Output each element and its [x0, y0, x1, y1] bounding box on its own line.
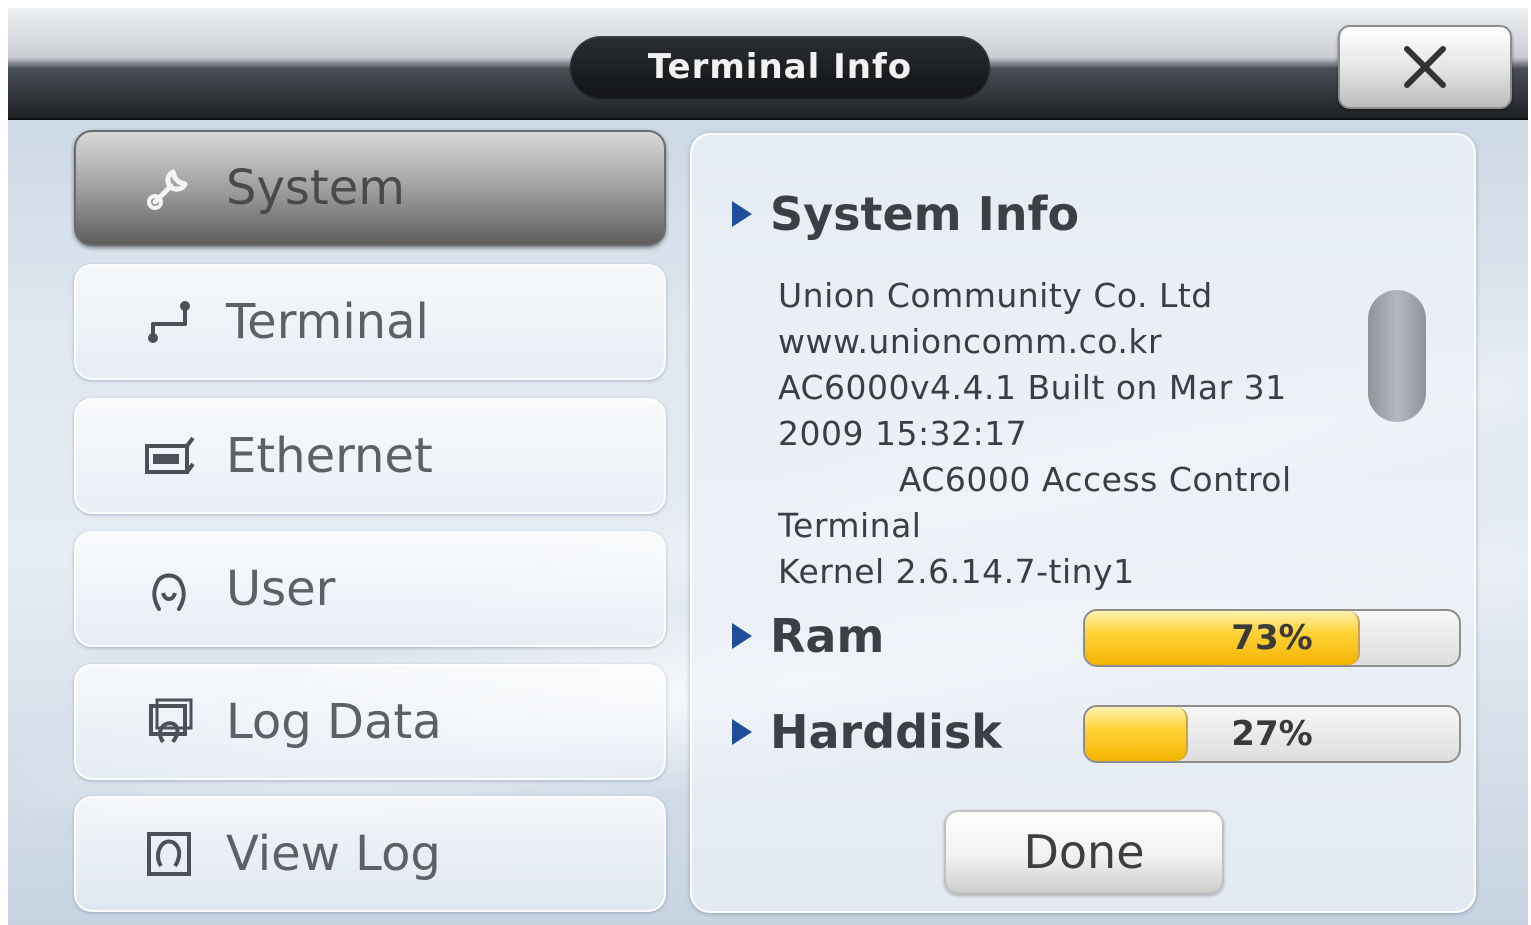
- user-icon: [138, 558, 200, 620]
- wrench-icon: [138, 157, 200, 219]
- system-info-heading: System Info: [732, 187, 1079, 241]
- harddisk-label: Harddisk: [770, 705, 1002, 759]
- menu-item-label: System: [226, 160, 405, 216]
- close-icon: [1404, 46, 1446, 88]
- bullet-triangle-icon: [732, 201, 752, 227]
- info-line: Terminal: [778, 506, 922, 545]
- terminal-info-window: Terminal Info System Terminal Ethernet U…: [8, 8, 1528, 925]
- menu-item-label: View Log: [226, 826, 441, 882]
- menu-item-view-log[interactable]: View Log: [74, 796, 666, 912]
- menu-item-terminal[interactable]: Terminal: [74, 264, 666, 380]
- window-title: Terminal Info: [570, 36, 990, 98]
- connector-icon: [138, 291, 200, 353]
- menu-item-label: Terminal: [226, 294, 429, 350]
- menu-item-label: Ethernet: [226, 428, 433, 484]
- harddisk-usage-bar: 27%: [1083, 705, 1461, 763]
- info-line: Kernel 2.6.14.7-tiny1: [778, 552, 1135, 591]
- close-button[interactable]: [1338, 25, 1512, 109]
- menu-item-system[interactable]: System: [74, 130, 666, 246]
- menu-item-ethernet[interactable]: Ethernet: [74, 398, 666, 514]
- log-data-icon: [138, 691, 200, 753]
- info-line: 2009 15:32:17: [778, 414, 1028, 453]
- done-button[interactable]: Done: [944, 810, 1224, 894]
- bullet-triangle-icon: [732, 623, 752, 649]
- bullet-triangle-icon: [732, 719, 752, 745]
- info-line: Union Community Co. Ltd: [778, 276, 1213, 315]
- view-log-icon: [138, 823, 200, 885]
- harddisk-percent: 27%: [1231, 714, 1313, 754]
- info-line: AC6000v4.4.1 Built on Mar 31: [778, 368, 1287, 407]
- info-line: www.unioncomm.co.kr: [778, 322, 1163, 361]
- menu-item-label: Log Data: [226, 694, 442, 750]
- menu-item-user[interactable]: User: [74, 531, 666, 647]
- harddisk-heading: Harddisk: [732, 705, 1002, 759]
- info-line: AC6000 Access Control: [778, 460, 1292, 499]
- menu-item-log-data[interactable]: Log Data: [74, 664, 666, 780]
- section-title: System Info: [770, 187, 1080, 241]
- ram-percent: 73%: [1231, 618, 1313, 658]
- system-info-text: Union Community Co. Ltd www.unioncomm.co.…: [778, 273, 1338, 595]
- ram-usage-bar: 73%: [1083, 609, 1461, 667]
- scrollbar-thumb[interactable]: [1368, 290, 1426, 422]
- network-card-icon: [138, 425, 200, 487]
- ram-label: Ram: [770, 609, 885, 663]
- system-info-panel: System Info Union Community Co. Ltd www.u…: [690, 133, 1476, 913]
- ram-heading: Ram: [732, 609, 884, 663]
- menu-item-label: User: [226, 561, 336, 617]
- title-bar: Terminal Info: [8, 8, 1528, 120]
